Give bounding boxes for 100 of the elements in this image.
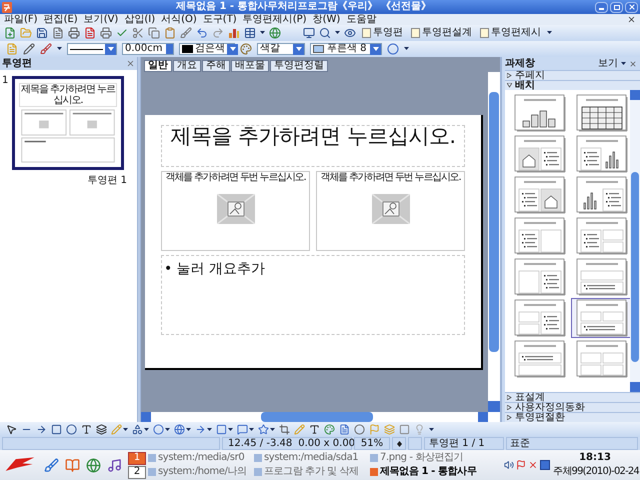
table-icon[interactable] bbox=[244, 27, 256, 39]
object-placeholder[interactable]: 객체를 추가하려면 두번 누르십시오. bbox=[161, 171, 310, 251]
section-header[interactable]: 주페지 bbox=[505, 70, 640, 80]
caret-icon[interactable] bbox=[249, 428, 254, 432]
fill-color-dropdown[interactable]: 푸른색 8 bbox=[310, 43, 382, 55]
caret-icon[interactable] bbox=[186, 428, 191, 432]
rectangle-icon[interactable] bbox=[51, 424, 62, 435]
caret-icon[interactable] bbox=[165, 428, 170, 432]
fill-icon[interactable] bbox=[240, 43, 252, 55]
insert-object-icon[interactable] bbox=[216, 194, 254, 224]
star-icon[interactable] bbox=[258, 424, 269, 435]
line-width-field[interactable]: 0.00cm bbox=[122, 43, 174, 55]
caret-icon[interactable] bbox=[57, 47, 62, 51]
view-tab[interactable]: 배포물 bbox=[231, 60, 269, 72]
task-button[interactable]: 제목없음 1 - 통합사무 bbox=[370, 466, 503, 478]
flag-icon[interactable] bbox=[516, 460, 526, 470]
view-tab[interactable]: 개요 bbox=[173, 60, 201, 72]
menu-item[interactable]: 삽입(I) bbox=[124, 14, 156, 24]
crop-icon[interactable] bbox=[279, 424, 290, 435]
menu-item[interactable]: 창(W) bbox=[312, 14, 340, 24]
spellcheck-icon[interactable] bbox=[116, 27, 128, 39]
section-header[interactable]: 표설계 bbox=[505, 392, 640, 402]
brush-icon[interactable] bbox=[40, 43, 52, 55]
close-icon[interactable] bbox=[126, 59, 135, 68]
menu-item[interactable]: 도구(T) bbox=[202, 14, 237, 24]
insert-object-icon[interactable] bbox=[372, 194, 410, 224]
zoom-value[interactable]: 51% bbox=[354, 437, 390, 450]
paint-icon[interactable] bbox=[44, 458, 59, 472]
menu-item[interactable]: 투영편제시(P) bbox=[242, 14, 307, 24]
scroll-thumb[interactable] bbox=[261, 412, 373, 422]
toolbar-button[interactable]: 투영편설계 bbox=[409, 26, 474, 40]
menu-item[interactable]: 파일(F) bbox=[4, 14, 38, 24]
menu-item[interactable]: 보기(V) bbox=[84, 14, 118, 24]
pointer-icon[interactable] bbox=[6, 424, 17, 435]
line-color-dropdown[interactable]: 검은색 bbox=[179, 43, 235, 55]
paste-icon[interactable] bbox=[164, 27, 176, 39]
view-tab[interactable]: 투영편정렬 bbox=[270, 60, 328, 72]
cut-icon[interactable] bbox=[132, 27, 144, 39]
slide-thumbnail[interactable]: 제목을 추가하려면 누르십시오. bbox=[12, 76, 124, 170]
redo-icon[interactable] bbox=[212, 27, 224, 39]
globe-icon[interactable] bbox=[269, 27, 281, 39]
printer-icon[interactable] bbox=[68, 27, 80, 39]
desktop-switch[interactable]: 2 bbox=[128, 466, 146, 478]
block-arrow-icon[interactable] bbox=[195, 424, 206, 435]
media-player-icon[interactable] bbox=[107, 458, 122, 472]
toolbar-button[interactable]: 투영편 bbox=[360, 26, 405, 40]
minimize-button[interactable] bbox=[595, 2, 608, 12]
zoom-icon[interactable] bbox=[319, 27, 331, 39]
page-icon[interactable] bbox=[339, 424, 350, 435]
callout-icon[interactable] bbox=[237, 424, 248, 435]
fill-type-dropdown[interactable]: 색갈 bbox=[257, 43, 305, 55]
menu-item[interactable]: 편집(E) bbox=[44, 14, 78, 24]
maximize-button[interactable] bbox=[610, 2, 623, 12]
horizontal-scrollbar[interactable] bbox=[141, 412, 500, 422]
layers-icon[interactable] bbox=[96, 424, 107, 435]
section-header[interactable]: 투영편절환 bbox=[505, 412, 640, 422]
toolbar-options-icon[interactable] bbox=[429, 428, 434, 432]
arrow-icon[interactable] bbox=[36, 424, 47, 435]
view-tab[interactable]: 일반 bbox=[144, 60, 172, 72]
view-tab[interactable]: 주해 bbox=[202, 60, 230, 72]
menu-item[interactable]: 서식(O) bbox=[161, 14, 197, 24]
caret-icon[interactable] bbox=[207, 428, 212, 432]
caret-icon[interactable] bbox=[260, 31, 265, 35]
close-icon[interactable] bbox=[629, 60, 637, 68]
task-button[interactable]: 프로그람 추가 및 삭제 bbox=[254, 466, 370, 478]
line-style-dropdown[interactable] bbox=[67, 43, 117, 55]
close-button[interactable] bbox=[625, 2, 638, 12]
document-icon[interactable] bbox=[52, 27, 64, 39]
caret-icon[interactable] bbox=[123, 428, 128, 432]
scroll-thumb[interactable] bbox=[489, 92, 499, 352]
task-button[interactable]: system:/media/sda1 bbox=[254, 452, 370, 464]
section-header[interactable]: 사용자정의동화 bbox=[505, 402, 640, 412]
save-icon[interactable] bbox=[36, 27, 48, 39]
caret-icon[interactable] bbox=[621, 62, 626, 66]
pdf-icon[interactable] bbox=[84, 27, 96, 39]
ellipse-icon[interactable] bbox=[66, 424, 77, 435]
books-icon[interactable] bbox=[65, 458, 80, 472]
vertical-scrollbar[interactable] bbox=[630, 90, 640, 392]
task-button[interactable]: system:/home/나의 bbox=[148, 466, 254, 478]
caret-icon[interactable] bbox=[270, 428, 275, 432]
line-pen-icon[interactable] bbox=[23, 43, 35, 55]
task-button[interactable]: 7.png - 화상편집기 bbox=[370, 452, 503, 464]
task-button[interactable]: system:/media/sr0 bbox=[148, 452, 254, 464]
scroll-thumb[interactable] bbox=[631, 172, 639, 362]
caret-icon[interactable] bbox=[228, 428, 233, 432]
print-preview-icon[interactable] bbox=[100, 27, 112, 39]
text-icon[interactable] bbox=[81, 424, 92, 435]
new-document-icon[interactable] bbox=[4, 27, 16, 39]
caret-icon[interactable] bbox=[144, 428, 149, 432]
section-header[interactable]: 배치 bbox=[505, 80, 640, 90]
speaker-icon[interactable] bbox=[504, 460, 514, 470]
chart-icon[interactable] bbox=[228, 27, 240, 39]
toolbar-options-icon[interactable] bbox=[547, 31, 552, 35]
format-paint-icon[interactable] bbox=[180, 27, 192, 39]
title-placeholder[interactable]: 제목을 추가하려면 누르십시오. bbox=[161, 125, 465, 167]
vertical-scrollbar[interactable] bbox=[488, 72, 500, 412]
menu-item[interactable]: 도움말 bbox=[346, 14, 376, 24]
caret-icon[interactable] bbox=[335, 31, 340, 35]
outline-placeholder[interactable]: • 눌러 개요추가 bbox=[161, 255, 465, 335]
close-document-icon[interactable] bbox=[627, 15, 636, 24]
